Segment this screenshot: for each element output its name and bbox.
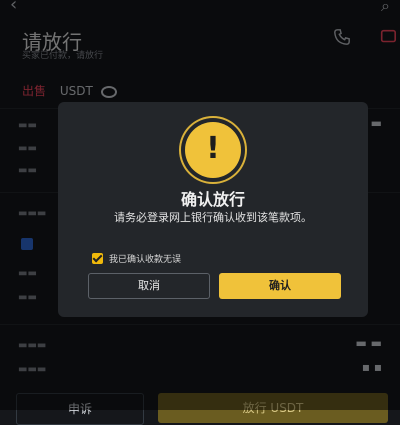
confirm-release-dialog: ! 确认放行 请务必登录网上银行确认收到该笔款项。 我已确认收款无误 取消 确认 <box>58 102 368 317</box>
cancel-button[interactable]: 取消 <box>88 273 210 299</box>
confirm-checkbox-row[interactable]: 我已确认收款无误 <box>92 252 181 265</box>
confirm-button[interactable]: 确认 <box>219 273 341 299</box>
dialog-message: 请务必登录网上银行确认收到该笔款项。 <box>114 211 312 224</box>
checkbox-label: 我已确认收款无误 <box>109 255 182 265</box>
warning-icon: ! <box>185 122 241 178</box>
dialog-title: 确认放行 <box>180 190 245 209</box>
checkbox-checked-icon[interactable] <box>92 253 103 264</box>
